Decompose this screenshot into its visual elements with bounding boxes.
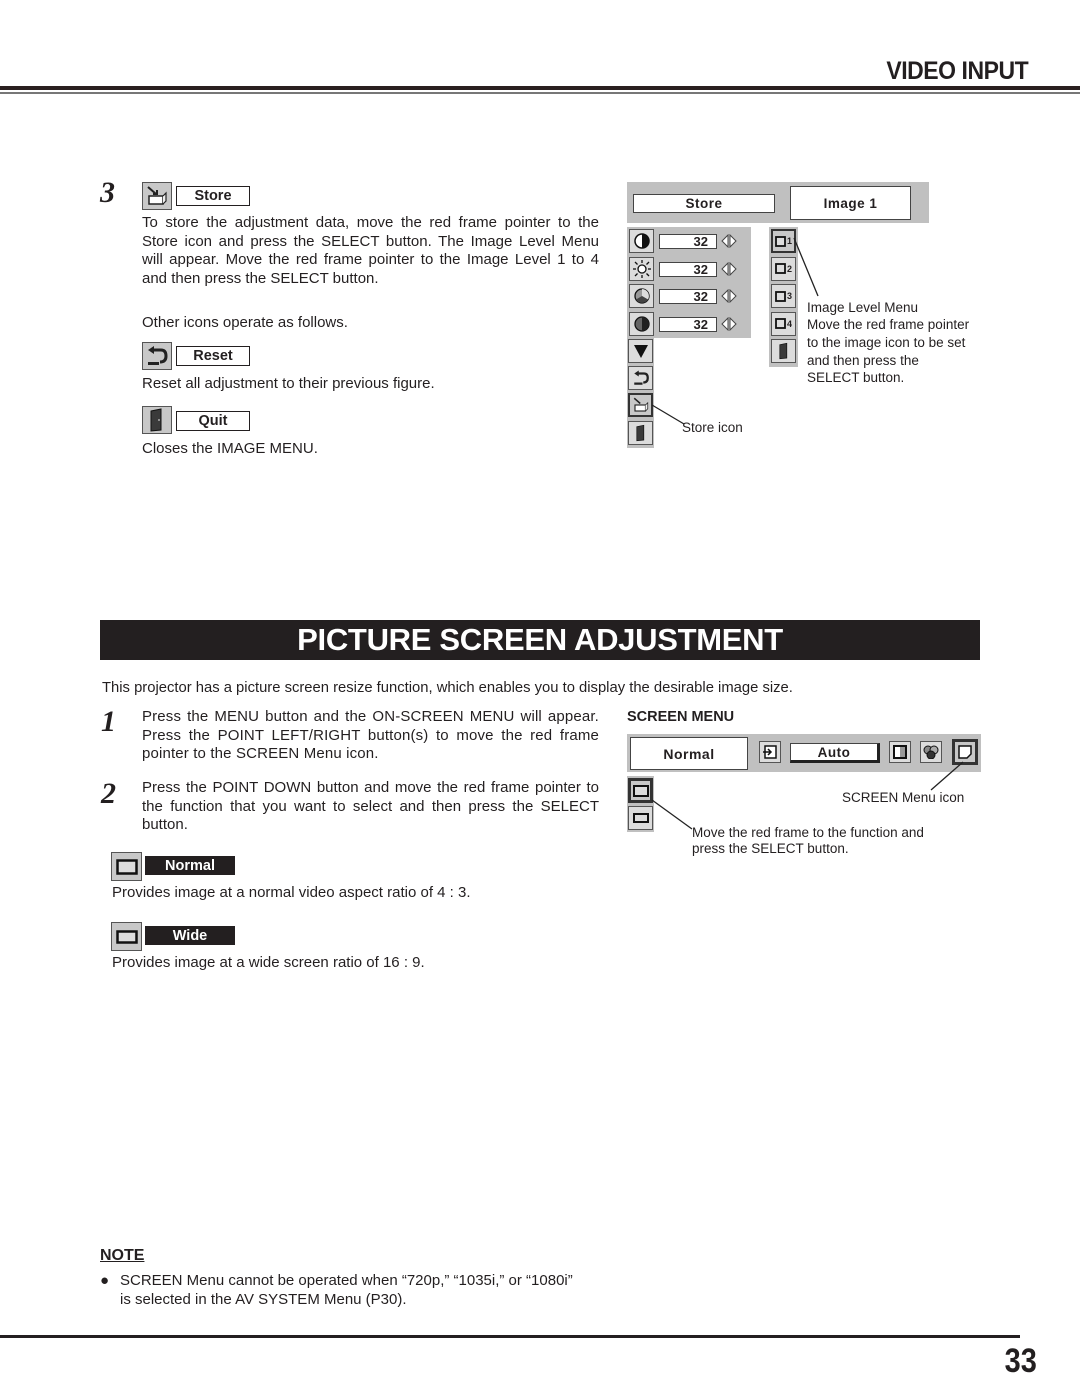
function-caption-line: Move the red frame to the function and — [692, 825, 924, 840]
adjust-value: 32 — [659, 261, 717, 277]
store-icon — [142, 182, 172, 210]
reset-icon — [142, 342, 172, 370]
step-number: 3 — [100, 176, 115, 209]
level-leader — [793, 237, 819, 297]
adjust-value: 32 — [659, 289, 717, 304]
left-right-arrows-icon — [720, 316, 738, 331]
contrast-icon — [629, 229, 654, 253]
left-right-arrows-icon — [720, 261, 738, 276]
step-number: 2 — [101, 777, 116, 810]
note-text-line: SCREEN Menu cannot be operated when “720… — [120, 1272, 573, 1289]
reset-label: Reset — [176, 346, 250, 366]
level-caption-title: Image Level Menu — [807, 300, 919, 315]
function-leader — [651, 799, 693, 830]
left-right-arrows-icon — [720, 289, 738, 303]
image-level-icon: 4 — [771, 311, 796, 336]
level-caption-line: SELECT button. — [807, 370, 905, 385]
store-label: Store — [176, 186, 250, 206]
header-rule — [0, 86, 1080, 90]
note-text-line: is selected in the AV SYSTEM Menu (P30). — [120, 1291, 407, 1308]
normal-label: Normal — [145, 856, 235, 875]
step-number: 1 — [101, 705, 116, 738]
store-field: Store — [633, 194, 775, 213]
adjust-value: 32 — [659, 316, 717, 332]
section-banner: PICTURE SCREEN ADJUSTMENT — [100, 620, 980, 660]
quit-icon — [142, 406, 172, 434]
normal-screen-icon — [111, 852, 142, 881]
page-number: 33 — [1004, 1342, 1037, 1380]
mode-field: Normal — [630, 737, 748, 770]
screen-icon-caption: SCREEN Menu icon — [842, 790, 965, 805]
quit-label: Quit — [176, 411, 250, 431]
image-level-field: Image 1 — [790, 186, 911, 220]
level-caption-line: to the image icon to be set — [807, 335, 966, 350]
level-caption-line: and then press the — [807, 353, 919, 368]
intro-text: This projector has a picture screen resi… — [102, 680, 793, 696]
tint-icon — [629, 311, 654, 336]
step2-text: Press the POINT DOWN button and move the… — [142, 779, 599, 833]
header-rule-thin — [0, 92, 1080, 94]
image-level-number: 4 — [786, 318, 792, 329]
wide-screen-icon — [111, 922, 142, 951]
level-quit-icon — [771, 339, 796, 363]
input-icon — [759, 741, 781, 763]
down-arrow-icon — [628, 339, 653, 363]
auto-field: Auto — [790, 743, 880, 763]
wide-description: Provides image at a wide screen ratio of… — [112, 954, 425, 971]
quit-description: Closes the IMAGE MENU. — [142, 440, 318, 457]
screen-menu-title: SCREEN MENU — [627, 709, 735, 725]
function-caption-line: press the SELECT button. — [692, 841, 849, 856]
wide-label: Wide — [145, 926, 235, 945]
color-icon — [629, 284, 654, 308]
store-icon-caption: Store icon — [682, 420, 743, 435]
footer-rule — [0, 1335, 1020, 1338]
store-description: To store the adjustment data, move the r… — [142, 214, 599, 287]
image-adjust-icon — [889, 741, 911, 763]
level-caption-line: Move the red frame pointer — [807, 317, 970, 332]
brightness-icon — [629, 256, 654, 281]
other-icons-text: Other icons operate as follows. — [142, 314, 348, 331]
step1-text: Press the MENU button and the ON-SCREEN … — [142, 708, 599, 762]
left-right-arrows-icon — [720, 234, 738, 248]
note-bullet: ● — [100, 1272, 110, 1289]
note-title: NOTE — [100, 1247, 145, 1264]
normal-description: Provides image at a normal video aspect … — [112, 884, 471, 901]
section-title: VIDEO INPUT — [886, 57, 1028, 85]
reset-description: Reset all adjustment to their previous f… — [142, 375, 435, 392]
adjust-value: 32 — [659, 234, 717, 249]
